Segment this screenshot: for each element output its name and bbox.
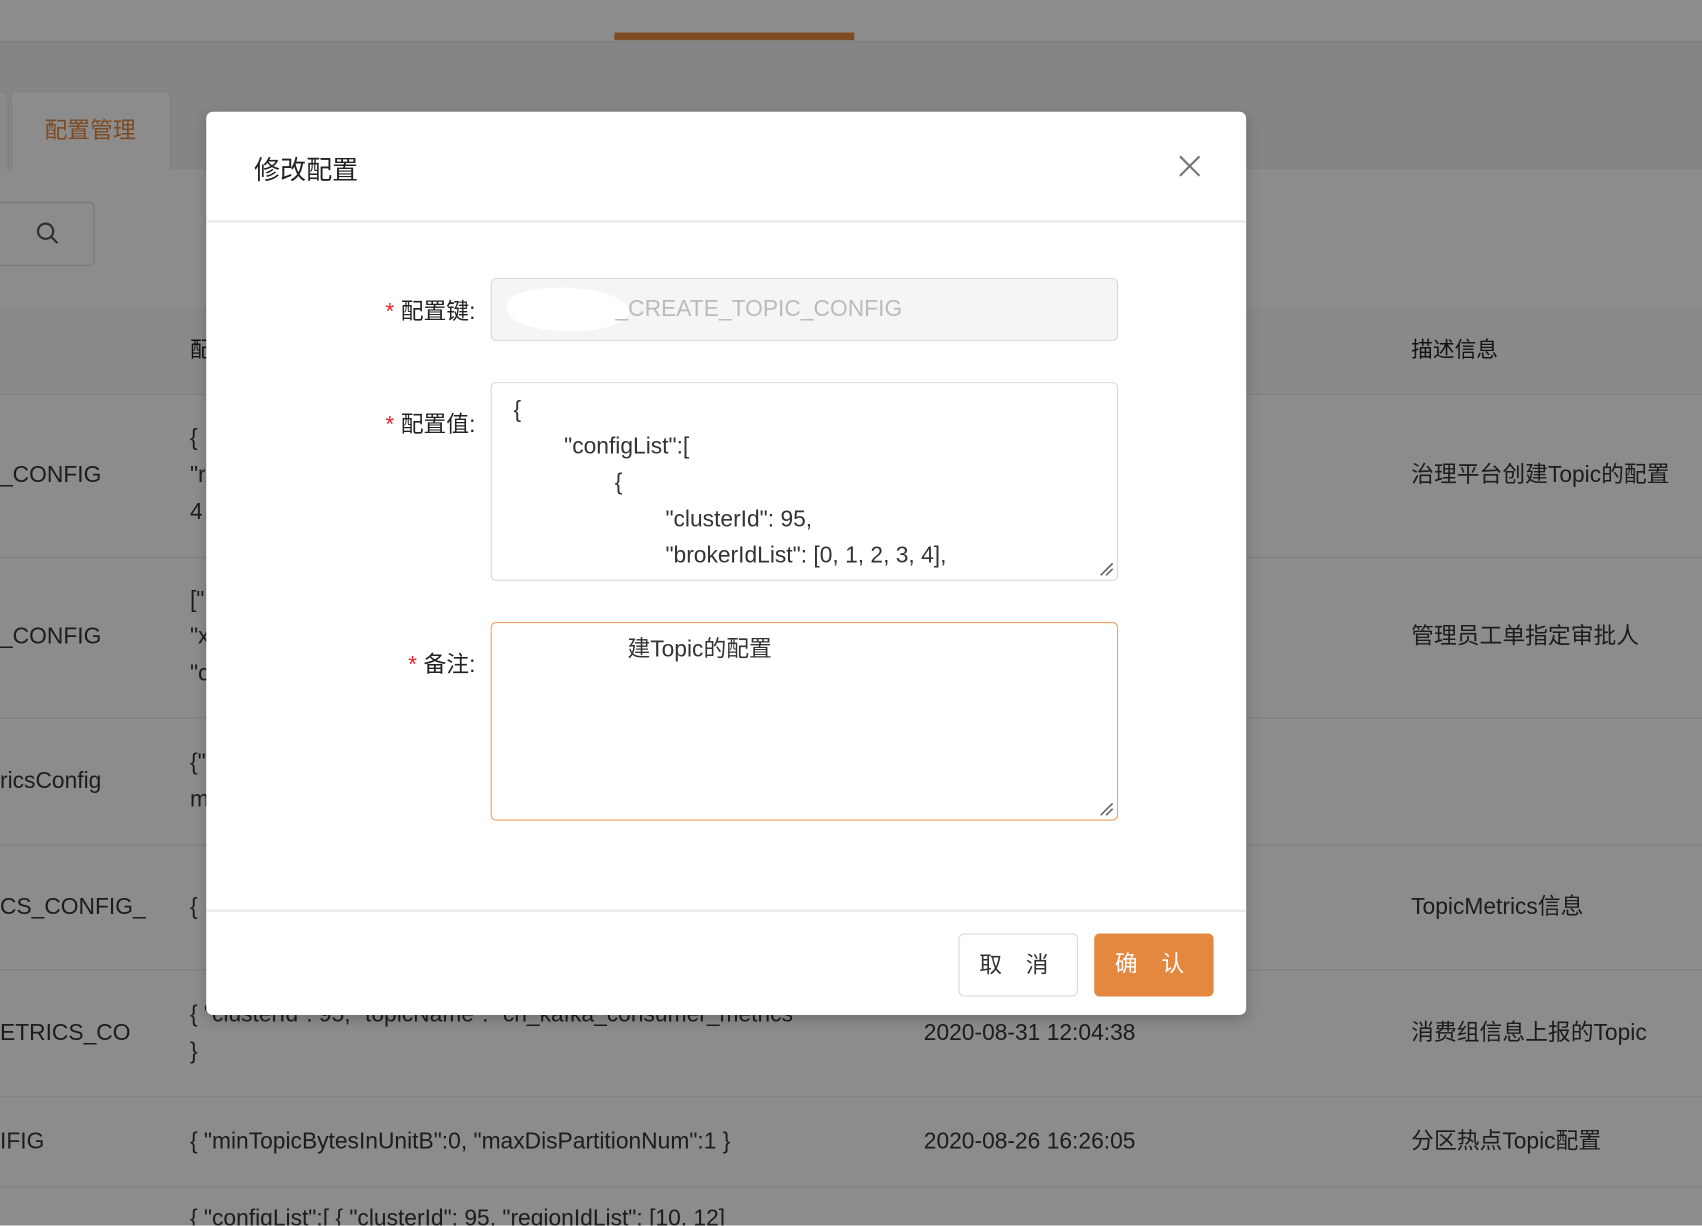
confirm-button[interactable]: 确 认 — [1094, 933, 1214, 997]
config-key-input[interactable]: _CREATE_TOPIC_CONFIG — [490, 277, 1119, 341]
resize-handle-icon[interactable] — [1099, 801, 1114, 816]
edit-config-modal: 修改配置 * 配置键: _CREATE_TOPIC_CONFIG * 配置值: { … — [206, 111, 1247, 1017]
cancel-button[interactable]: 取 消 — [958, 933, 1078, 997]
close-icon — [1179, 155, 1201, 177]
redaction-mark — [506, 287, 629, 332]
config-value-textarea[interactable]: { "configList":[ { "clusterId": 95, "bro… — [490, 382, 1119, 581]
modal-title: 修改配置 — [254, 156, 359, 186]
config-value-label: * 配置值: — [385, 412, 476, 438]
note-label: * 备注: — [408, 652, 476, 678]
resize-handle-icon[interactable] — [1099, 561, 1114, 576]
modal-footer: 取 消 确 认 — [206, 909, 1247, 1017]
note-textarea[interactable]: 建Topic的配置 — [490, 621, 1119, 821]
close-button[interactable] — [1177, 153, 1203, 179]
config-key-label: * 配置键: — [385, 299, 476, 325]
